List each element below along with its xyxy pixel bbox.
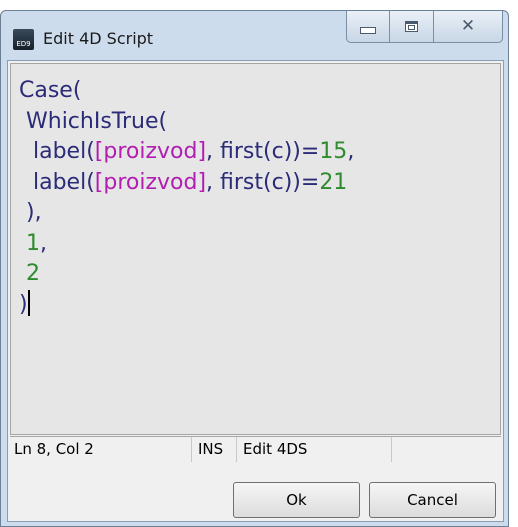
- title-bar[interactable]: ED9 Edit 4D Script ✕: [1, 11, 508, 61]
- code-token: ): [19, 291, 28, 317]
- ok-button[interactable]: Ok: [233, 482, 360, 518]
- code-token: ,: [347, 139, 355, 164]
- minimize-icon: [360, 27, 376, 34]
- text-caret: [27, 289, 30, 316]
- code-token: 21: [319, 169, 348, 195]
- code-token: [proizvod]: [94, 169, 207, 195]
- code-line: label([proizvod], first(c))=21: [19, 168, 500, 199]
- code-line: WhichIsTrue(: [19, 107, 500, 138]
- code-line: 2: [19, 259, 500, 290]
- code-token: label(: [19, 139, 95, 164]
- code-token: label(: [19, 169, 95, 195]
- edit-4d-script-window: ED9 Edit 4D Script ✕ Case( WhichIsTrue( …: [0, 10, 509, 527]
- code-token: 1: [19, 230, 40, 256]
- code-token: Case(: [19, 78, 82, 103]
- app-icon: ED9: [13, 29, 34, 50]
- code-token: , first(c))=: [206, 169, 320, 195]
- dialog-client-area: Case( WhichIsTrue( label([proizvod], fir…: [7, 60, 504, 522]
- dialog-button-bar: Ok Cancel: [8, 464, 503, 521]
- close-button[interactable]: ✕: [434, 11, 503, 43]
- code-token: 2: [19, 261, 40, 286]
- code-token: , first(c))=: [206, 139, 320, 164]
- insert-mode-indicator: INS: [192, 437, 237, 462]
- code-token: 15: [319, 139, 348, 164]
- cursor-position: Ln 8, Col 2: [10, 437, 192, 462]
- script-editor[interactable]: Case( WhichIsTrue( label([proizvod], fir…: [10, 63, 501, 435]
- code-token: ,: [40, 230, 47, 256]
- maximize-icon: [405, 21, 418, 32]
- code-token: [proizvod]: [94, 139, 207, 164]
- minimize-button[interactable]: [346, 11, 390, 43]
- status-bar: Ln 8, Col 2 INS Edit 4DS: [10, 436, 501, 462]
- code-line: label([proizvod], first(c))=15,: [19, 137, 500, 168]
- window-controls: ✕: [346, 11, 503, 43]
- status-extra: [392, 437, 501, 462]
- code-line: ),: [19, 198, 500, 229]
- code-line: Case(: [19, 76, 500, 107]
- code-line: ): [19, 289, 500, 321]
- code-token: WhichIsTrue(: [19, 108, 168, 134]
- code-line: 1,: [19, 229, 500, 260]
- close-icon: ✕: [460, 16, 476, 36]
- code-token: ),: [19, 200, 42, 225]
- cancel-button[interactable]: Cancel: [369, 482, 496, 518]
- editor-mode-indicator: Edit 4DS: [237, 437, 392, 462]
- maximize-button[interactable]: [390, 11, 434, 43]
- window-title: Edit 4D Script: [43, 29, 154, 48]
